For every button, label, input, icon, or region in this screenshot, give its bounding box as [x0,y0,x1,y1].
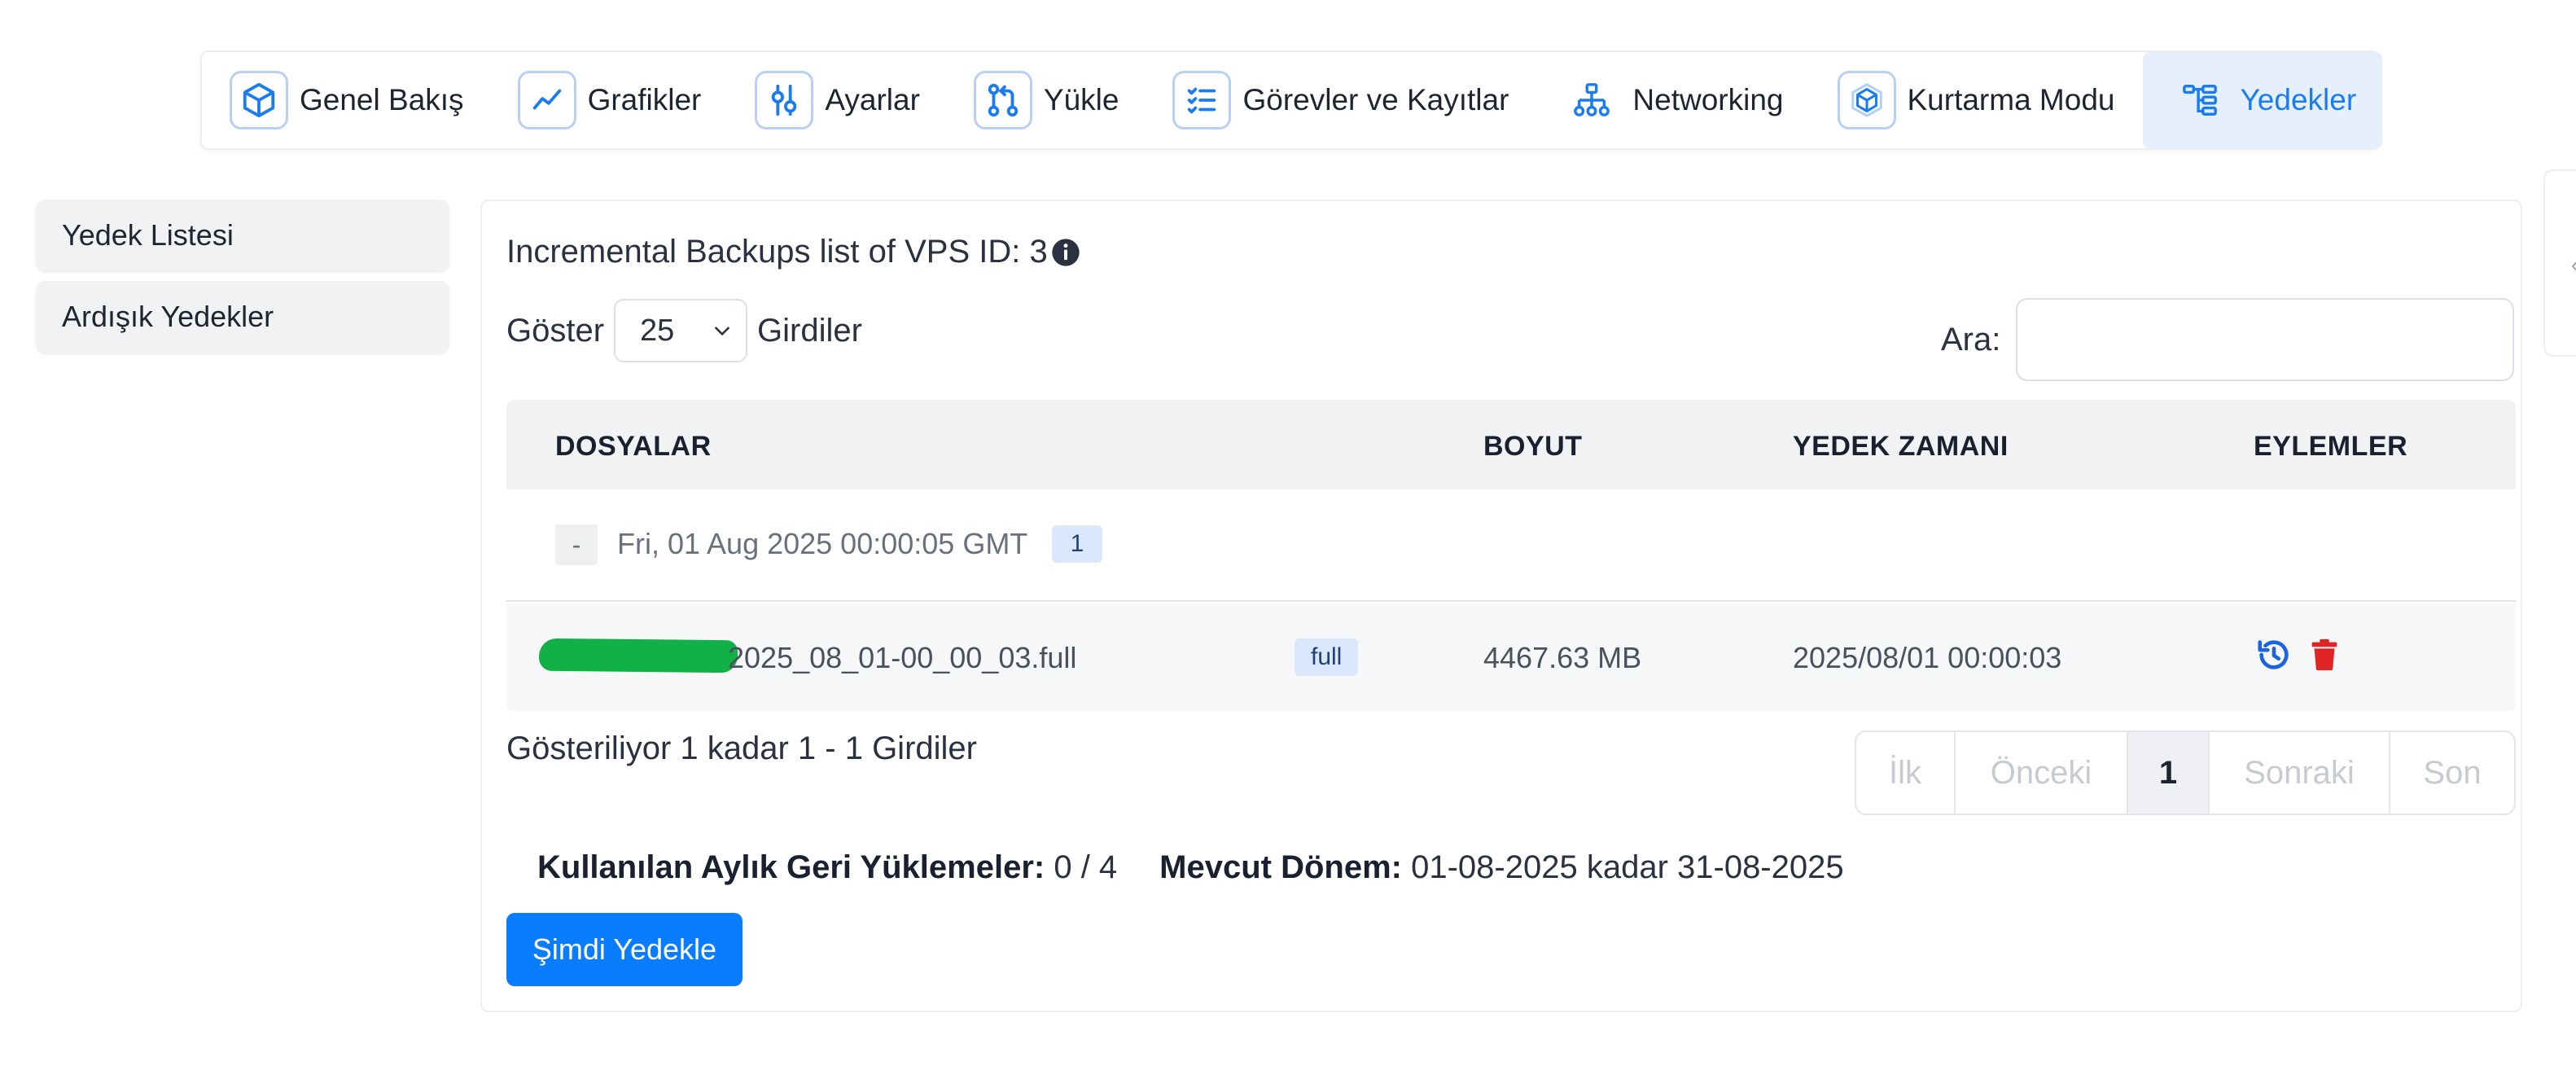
length-suffix: Girdiler [757,312,862,349]
table-group-row: - Fri, 01 Aug 2025 00:00:05 GMT 1 [506,489,2516,602]
search-input[interactable] [2016,298,2514,381]
checklist-icon [1172,71,1232,129]
tab-ayarlar[interactable]: Ayarlar [755,52,974,148]
page-length-value: 25 [640,313,675,348]
sliders-icon [755,71,814,129]
tab-yukle[interactable]: Yükle [973,52,1173,148]
panel-title-text: Incremental Backups list of VPS ID: 3 [506,234,1048,270]
page-length-select[interactable]: 25 [614,299,748,362]
table-header: DOSYALAR BOYUT YEDEK ZAMANI EYLEMLER [506,400,2516,489]
search-label: Ara: [1941,322,2001,358]
panel-title: Incremental Backups list of VPS ID: 3 [506,234,1082,270]
page-prev-button[interactable]: Önceki [1956,732,2128,814]
restores-label: Kullanılan Aylık Geri Yüklemeler: [537,849,1045,885]
page-last-button[interactable]: Son [2390,732,2514,814]
chevron-left-icon: ‹ [2571,252,2576,278]
restores-value: 0 / 4 [1054,849,1118,885]
cube-icon [230,71,288,129]
period-label: Mevcut Dönem: [1159,849,1402,885]
file-size: 4467.63 MB [1483,641,1642,674]
group-date: Fri, 01 Aug 2025 00:00:05 GMT [617,527,1028,560]
tab-label: Grafikler [587,83,702,116]
collapse-group-button[interactable]: - [555,524,598,565]
tab-label: Yükle [1043,83,1119,116]
column-header-time[interactable]: YEDEK ZAMANI [1793,431,2009,463]
page-length-control: Göster 25 Girdiler [506,299,862,362]
page-next-button[interactable]: Sonraki [2210,732,2390,814]
length-prefix: Göster [506,312,605,349]
tab-gorevler[interactable]: Görevler ve Kayıtlar [1172,52,1562,148]
sidebar-item-yedek-listesi[interactable]: Yedek Listesi [36,200,449,271]
network-icon [1562,71,1622,129]
tab-label: Networking [1632,83,1784,116]
backup-type-badge: full [1295,638,1359,676]
column-header-files[interactable]: DOSYALAR [555,431,712,463]
info-icon[interactable] [1049,236,1082,269]
tab-grafikler[interactable]: Grafikler [517,52,756,148]
tab-label: Genel Bakış [300,83,464,116]
column-header-size[interactable]: BOYUT [1483,431,1583,463]
tab-genel-bakis[interactable]: Genel Bakış [230,52,518,148]
sidebar-item-ardisik-yedekler[interactable]: Ardışık Yedekler [36,281,449,353]
pagination: İlk Önceki 1 Sonraki Son [1855,730,2516,815]
page-current-button[interactable]: 1 [2128,732,2210,814]
restore-stats: Kullanılan Aylık Geri Yüklemeler: 0 / 4 … [537,849,1844,886]
file-name: 2025_08_01-00_00_03.full [728,641,1077,674]
tab-yedekler[interactable]: Yedekler [2142,52,2383,148]
backup-now-button[interactable]: Şimdi Yedekle [506,913,743,986]
period-value: 01-08-2025 kadar 31-08-2025 [1411,849,1844,885]
rescue-cube-icon [1837,71,1896,129]
side-panel-toggle[interactable]: ‹ [2543,169,2576,357]
git-pull-icon [973,71,1032,129]
tab-label: Ayarlar [825,83,920,116]
tab-kurtarma-modu[interactable]: Kurtarma Modu [1837,52,2169,148]
page-first-button[interactable]: İlk [1856,732,1956,814]
trash-icon[interactable] [2306,636,2343,673]
column-header-actions: EYLEMLER [2254,431,2408,462]
chart-line-icon [517,71,576,129]
group-count-badge: 1 [1052,525,1102,563]
tab-label: Kurtarma Modu [1907,83,2115,116]
tab-networking[interactable]: Networking [1562,52,1837,148]
restore-history-icon[interactable] [2255,636,2293,673]
backup-time: 2025/08/01 00:00:03 [1793,641,2062,674]
tab-label: Görevler ve Kayıtlar [1242,83,1509,116]
table-row: 2025_08_01-00_00_03.full full 4467.63 MB… [506,603,2516,711]
top-tab-bar: Genel Bakış Grafikler Ayarlar Yükle Göre… [200,50,2383,150]
chevron-down-icon [715,327,729,336]
backups-panel: Incremental Backups list of VPS ID: 3 Gö… [480,200,2522,1012]
table-info: Gösteriliyor 1 kadar 1 - 1 Girdiler [506,730,977,766]
redaction-mark [538,638,738,673]
tab-label: Yedekler [2240,83,2357,116]
hierarchy-icon [2171,71,2229,129]
